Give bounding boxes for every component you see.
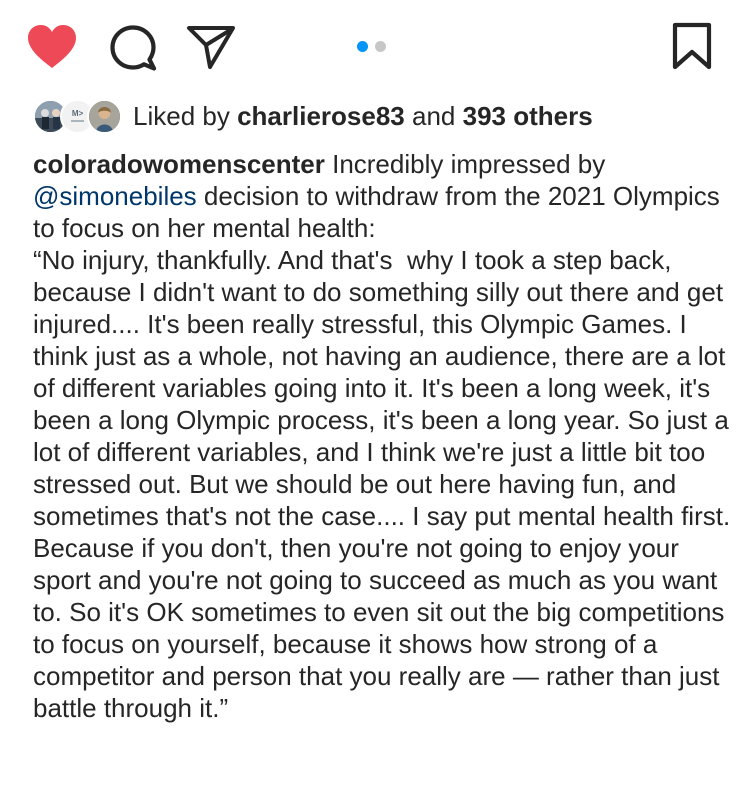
like-button[interactable]	[26, 24, 78, 70]
mention-link[interactable]: @simonebiles	[33, 181, 197, 211]
post-action-bar	[0, 0, 750, 95]
caption-quote: “No injury, thankfully. And that's why I…	[33, 245, 738, 723]
share-button[interactable]	[186, 24, 236, 70]
caption-username-link[interactable]: coloradowomenscenter	[33, 149, 325, 179]
paper-plane-icon	[187, 26, 235, 69]
likes-summary: Liked by charlierose83 and 393 others	[133, 98, 593, 134]
liker-avatars[interactable]: M>	[33, 98, 123, 134]
save-button[interactable]	[672, 22, 712, 70]
svg-text:M>: M>	[72, 109, 84, 118]
heart-filled-icon	[28, 25, 76, 68]
carousel-dot	[375, 40, 386, 52]
caption-intro: coloradowomenscenter Incredibly impresse…	[33, 148, 733, 244]
carousel-dot-active	[357, 40, 368, 52]
comment-button[interactable]	[109, 24, 157, 72]
likes-count-link[interactable]: 393 others	[463, 101, 593, 131]
post-caption: coloradowomenscenter Incredibly impresse…	[33, 148, 733, 724]
likes-prefix: Liked by	[133, 101, 230, 131]
comment-icon	[110, 25, 157, 71]
carousel-indicator	[357, 40, 386, 52]
bookmark-icon	[672, 22, 712, 70]
liked-by-username-link[interactable]: charlierose83	[237, 101, 405, 131]
likes-row: M> Liked by charlierose83 and 393 others	[33, 96, 733, 136]
avatar	[87, 99, 122, 134]
likes-connector: and	[411, 101, 456, 131]
caption-text-before-mention: Incredibly impressed by	[332, 149, 606, 179]
